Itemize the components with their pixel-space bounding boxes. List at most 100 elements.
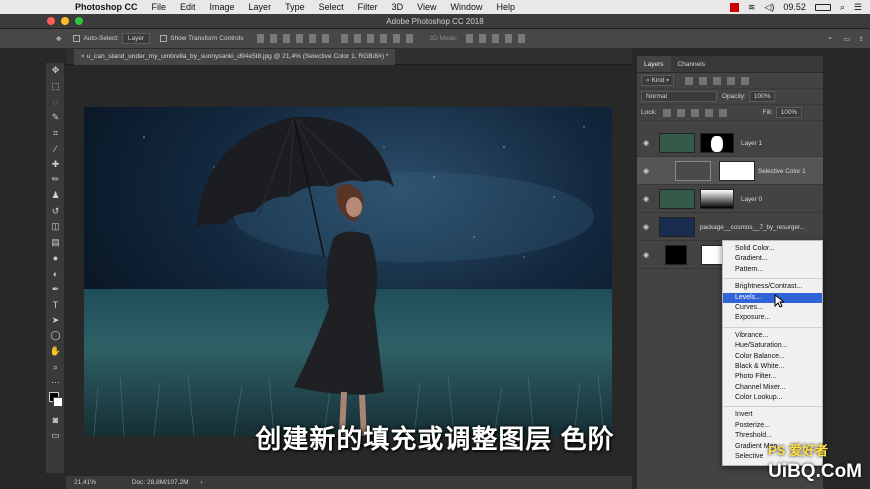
layer-row[interactable]: ◉ Layer 1 (637, 129, 823, 157)
menu-filter[interactable]: Filter (351, 2, 385, 12)
visibility-eye-icon[interactable]: ◉ (643, 139, 649, 147)
menu-item[interactable]: Gradient... (723, 254, 822, 264)
layer-row[interactable]: ◉ Selective Color 1 (637, 157, 823, 185)
menu-item[interactable]: Hue/Saturation... (723, 341, 822, 351)
menu-item-levels[interactable]: Levels... (723, 292, 822, 303)
lock-paint-icon[interactable] (676, 108, 685, 117)
pen-tool-icon[interactable]: ✒ (46, 281, 65, 297)
quick-select-tool-icon[interactable]: ✎ (46, 110, 65, 126)
notification-icon[interactable]: ☰ (854, 2, 862, 13)
document-tab[interactable]: × u_can_stand_under_my_umbrella_by_sunny… (74, 49, 396, 65)
align-left-icon[interactable] (296, 34, 304, 43)
menu-item[interactable]: Black & White... (723, 362, 822, 372)
zoom-icon[interactable] (75, 17, 83, 25)
menu-item[interactable]: Color Balance... (723, 352, 822, 362)
filter-pixel-icon[interactable] (685, 76, 694, 85)
record-icon[interactable] (729, 2, 739, 12)
zoom-tool-icon[interactable]: ⌕ (46, 359, 65, 375)
menu-item[interactable]: Invert (723, 410, 822, 420)
fill-input[interactable]: 100% (775, 107, 803, 118)
3d-slide-icon[interactable] (504, 34, 512, 43)
align-center-icon[interactable] (309, 34, 317, 43)
search-icon[interactable]: ⌕ (828, 35, 832, 43)
wifi-icon[interactable]: ≋ (748, 2, 756, 13)
spotlight-icon[interactable]: ⌕ (840, 2, 845, 13)
canvas-image[interactable] (84, 107, 612, 436)
menu-item[interactable]: Curves... (723, 303, 822, 313)
screen-mode-icon[interactable]: ▭ (46, 428, 65, 444)
visibility-eye-icon[interactable]: ◉ (643, 251, 649, 259)
hand-tool-icon[interactable]: ✋ (46, 344, 65, 360)
doc-size[interactable]: Doc: 28,8M/107,2M (132, 479, 189, 486)
lasso-tool-icon[interactable]: ◌ (46, 94, 65, 110)
eraser-tool-icon[interactable]: ◫ (46, 219, 65, 235)
visibility-eye-icon[interactable]: ◉ (643, 223, 649, 231)
filter-shape-icon[interactable] (727, 76, 736, 85)
brush-tool-icon[interactable]: ✏ (46, 172, 65, 188)
visibility-eye-icon[interactable]: ◉ (643, 195, 649, 203)
menu-item[interactable]: Pattern... (723, 265, 822, 275)
menu-3d[interactable]: 3D (385, 2, 411, 12)
transform-checkbox[interactable] (160, 35, 168, 42)
move-tool-icon[interactable]: ✥ (56, 35, 61, 43)
type-tool-icon[interactable]: T (46, 297, 65, 313)
menu-item[interactable]: Posterize... (723, 421, 822, 431)
crop-tool-icon[interactable]: ⌗ (46, 125, 65, 141)
auto-select-checkbox[interactable] (73, 35, 81, 42)
distribute-bottom-icon[interactable] (367, 34, 375, 43)
menu-type[interactable]: Type (278, 2, 312, 12)
menu-image[interactable]: Image (203, 2, 242, 12)
app-menu[interactable]: Photoshop CC (68, 2, 145, 12)
battery-icon[interactable] (814, 3, 831, 11)
3d-drag-icon[interactable] (491, 34, 499, 43)
filter-type-icon[interactable] (713, 76, 722, 85)
filter-adjustment-icon[interactable] (699, 76, 708, 85)
distribute-top-icon[interactable] (341, 34, 349, 43)
minimize-icon[interactable] (61, 17, 69, 25)
distribute-left-icon[interactable] (380, 34, 388, 43)
lock-artboard-icon[interactable] (704, 108, 713, 117)
3d-scale-icon[interactable] (517, 34, 525, 43)
filter-smart-icon[interactable] (741, 76, 750, 85)
stamp-tool-icon[interactable]: ♟ (46, 188, 65, 204)
shape-tool-icon[interactable]: ◯ (46, 328, 65, 344)
more-tools-icon[interactable]: ⋯ (46, 375, 65, 391)
path-select-icon[interactable]: ➤ (46, 313, 65, 329)
layer-row[interactable]: ◉ Layer 0 (637, 185, 823, 213)
menu-item[interactable]: Brightness/Contrast... (723, 282, 822, 292)
lock-all-icon[interactable] (718, 108, 727, 117)
history-brush-icon[interactable]: ↺ (46, 203, 65, 219)
distribute-middle-icon[interactable] (354, 34, 362, 43)
move-tool-icon[interactable]: ✥ (46, 63, 65, 79)
marquee-tool-icon[interactable]: ⬚ (46, 79, 65, 95)
quick-mask-icon[interactable]: ◙ (46, 412, 65, 428)
menu-item[interactable]: Photo Filter... (723, 372, 822, 382)
menu-edit[interactable]: Edit (173, 2, 203, 12)
clock[interactable]: 09.52 (783, 2, 806, 12)
opacity-input[interactable]: 100% (748, 91, 776, 102)
lock-pixels-icon[interactable] (662, 108, 671, 117)
workspace-icon[interactable]: ▭ (844, 35, 850, 43)
visibility-eye-icon[interactable]: ◉ (643, 167, 649, 175)
align-middle-icon[interactable] (270, 34, 278, 43)
layer-row[interactable]: ◉ package__cosmos__7_by_resurger... (637, 213, 823, 241)
share-icon[interactable]: ⇪ (859, 35, 864, 43)
menu-item[interactable]: Vibrance... (723, 331, 822, 341)
distribute-center-icon[interactable] (393, 34, 401, 43)
menu-file[interactable]: File (145, 2, 174, 12)
menu-layer[interactable]: Layer (242, 2, 279, 12)
align-right-icon[interactable] (322, 34, 330, 43)
tab-channels[interactable]: Channels (671, 56, 712, 72)
align-bottom-icon[interactable] (283, 34, 291, 43)
blend-mode-dropdown[interactable]: Normal (641, 91, 717, 102)
dodge-tool-icon[interactable]: ◐ (46, 266, 65, 282)
menu-item[interactable]: Exposure... (723, 313, 822, 323)
auto-select-dropdown[interactable]: Layer (121, 33, 151, 44)
tab-layers[interactable]: Layers (637, 56, 671, 72)
gradient-tool-icon[interactable]: ▤ (46, 235, 65, 251)
menu-item[interactable]: Solid Color... (723, 244, 822, 254)
menu-help[interactable]: Help (489, 2, 522, 12)
3d-rotate-icon[interactable] (465, 34, 473, 43)
3d-roll-icon[interactable] (478, 34, 486, 43)
menu-select[interactable]: Select (312, 2, 351, 12)
